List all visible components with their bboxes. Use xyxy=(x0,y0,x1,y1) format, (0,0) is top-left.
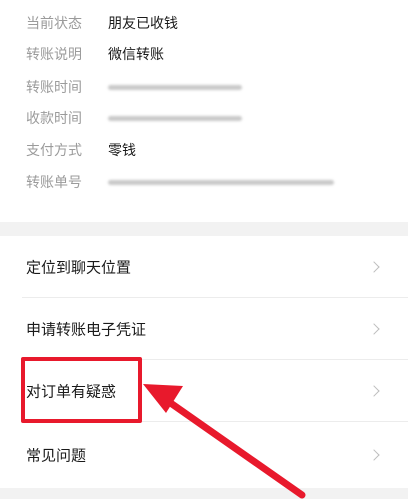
detail-row-payment-method: 支付方式 零钱 xyxy=(26,139,396,161)
menu-item-faq[interactable]: 常见问题 xyxy=(0,424,408,486)
detail-row-transfer-time: 转账时间 xyxy=(26,76,396,98)
transfer-time-blurred-value xyxy=(108,84,242,90)
transfer-id-blurred-value xyxy=(108,179,334,185)
detail-row-transfer-id: 转账单号 xyxy=(26,171,396,193)
menu-item-label: 常见问题 xyxy=(26,446,87,465)
receive-time-blurred-value xyxy=(108,115,242,121)
payment-method-label: 支付方式 xyxy=(26,143,82,159)
menu-item-label: 申请转账电子凭证 xyxy=(26,320,147,339)
status-label: 当前状态 xyxy=(26,16,82,32)
note-label: 转账说明 xyxy=(26,47,82,63)
menu-item-locate-chat[interactable]: 定位到聊天位置 xyxy=(0,236,408,298)
note-value: 微信转账 xyxy=(108,47,164,63)
transfer-time-label: 转账时间 xyxy=(26,80,82,96)
bottom-separator xyxy=(0,488,408,499)
transfer-details: 当前状态 朋友已收钱 转账说明 微信转账 转账时间 收款时间 支付方式 零钱 转… xyxy=(0,0,408,222)
transfer-id-label: 转账单号 xyxy=(26,175,82,191)
detail-row-receive-time: 收款时间 xyxy=(26,107,396,129)
payment-method-value: 零钱 xyxy=(108,143,136,159)
section-separator xyxy=(0,222,408,236)
chevron-right-icon xyxy=(368,323,380,335)
actions-menu: 定位到聊天位置 申请转账电子凭证 对订单有疑惑 常见问题 xyxy=(0,236,408,488)
detail-row-note: 转账说明 微信转账 xyxy=(26,43,396,65)
menu-item-label: 定位到聊天位置 xyxy=(26,258,132,277)
chevron-right-icon xyxy=(368,449,380,461)
receive-time-label: 收款时间 xyxy=(26,111,82,127)
chevron-right-icon xyxy=(368,385,380,397)
status-value: 朋友已收钱 xyxy=(108,16,178,32)
chevron-right-icon xyxy=(368,261,380,273)
menu-item-order-question[interactable]: 对订单有疑惑 xyxy=(0,360,408,422)
divider xyxy=(22,421,408,422)
menu-item-label: 对订单有疑惑 xyxy=(26,382,117,401)
menu-item-e-receipt[interactable]: 申请转账电子凭证 xyxy=(0,298,408,360)
detail-row-status: 当前状态 朋友已收钱 xyxy=(26,12,396,34)
